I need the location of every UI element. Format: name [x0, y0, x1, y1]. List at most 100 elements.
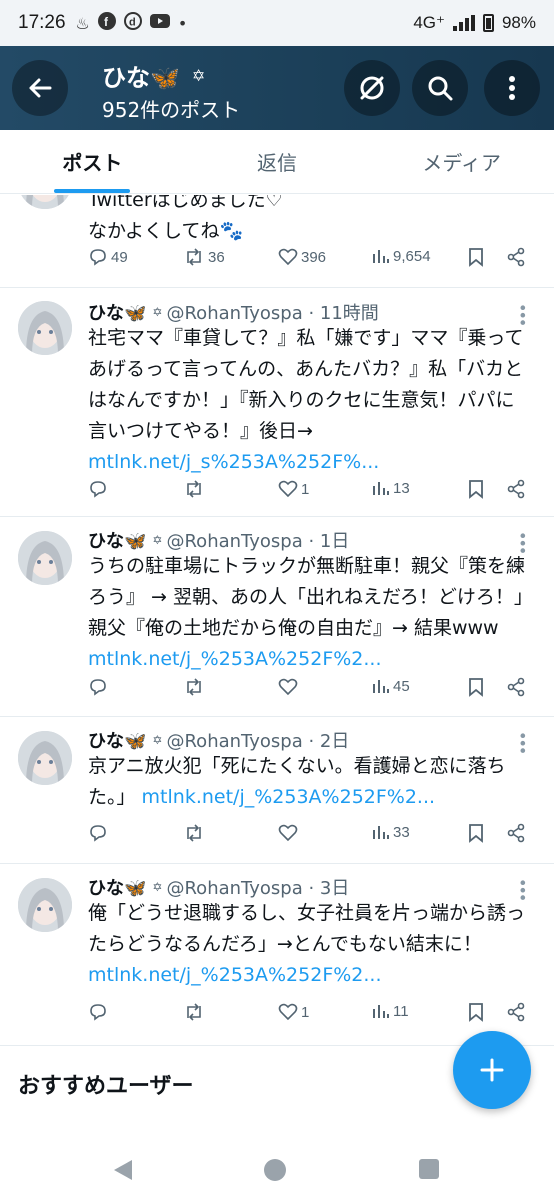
tab-replies[interactable]: 返信: [185, 130, 370, 193]
share-button[interactable]: [506, 479, 526, 499]
views-button[interactable]: 33: [372, 823, 410, 841]
bookmark-button[interactable]: [468, 1002, 484, 1022]
search-button[interactable]: [412, 60, 468, 116]
back-button[interactable]: [12, 60, 68, 116]
bookmark-button[interactable]: [468, 823, 484, 843]
tab-posts[interactable]: ポスト: [0, 130, 185, 193]
repost-button[interactable]: [183, 1002, 208, 1022]
compose-button[interactable]: [453, 1031, 531, 1109]
reply-button[interactable]: [88, 1002, 111, 1022]
profile-name-row: ひな🦋 ✡: [102, 58, 205, 93]
like-button[interactable]: 1: [278, 1002, 309, 1022]
post-link[interactable]: mtlnk.net/j_%253A%252F%2...: [142, 786, 436, 808]
views-button[interactable]: 9,654: [372, 247, 431, 265]
like-count: 396: [301, 248, 327, 266]
post-item[interactable]: ひな🦋 ✡ @RohanTyospa · 2日 ••• 京アニ放火犯「死にたくな…: [0, 717, 554, 864]
views-button[interactable]: 11: [372, 1002, 409, 1020]
profile-name: ひな🦋: [102, 64, 180, 92]
avatar[interactable]: [18, 531, 72, 585]
post-item[interactable]: Twitterはじめました♡ なかよくしてね🐾 49 36 396 9,654: [0, 195, 554, 288]
status-time: 17:26: [18, 12, 66, 33]
repost-button[interactable]: [183, 479, 208, 499]
views-icon: [373, 250, 389, 263]
reply-button[interactable]: [88, 479, 111, 499]
tab-media[interactable]: メディア: [369, 130, 554, 193]
author-name[interactable]: ひな🦋: [88, 299, 146, 325]
view-count: 13: [393, 479, 410, 497]
like-button[interactable]: [278, 823, 301, 843]
nav-recents-button[interactable]: [418, 1158, 440, 1184]
post-item[interactable]: ひな🦋 ✡ @RohanTyospa · 11時間 ••• 社宅ママ『車貸して？…: [0, 289, 554, 517]
post-body: 社宅ママ『車貸して？』私「嫌です」ママ『乗ってあげるって言ってんの、あんたバカ？…: [88, 327, 524, 442]
share-icon: [507, 479, 525, 499]
author-name[interactable]: ひな🦋: [88, 727, 146, 753]
post-header: ひな🦋 ✡ @RohanTyospa · 11時間: [88, 299, 379, 325]
post-actions: 33: [88, 823, 534, 849]
post-link[interactable]: mtlnk.net/j_s%253A%252F%...: [88, 451, 379, 473]
recommended-users-title: おすすめユーザー: [18, 1074, 194, 1099]
post-text: 俺「どうせ退職するし、女子社員を片っ端から誘ったらどうなるんだろ」→とんでもない…: [88, 898, 532, 991]
repost-count: 36: [208, 248, 225, 266]
post-more-button[interactable]: •••: [513, 303, 532, 325]
bookmark-icon: [469, 248, 483, 267]
views-button[interactable]: 13: [372, 479, 410, 497]
repost-button[interactable]: [183, 823, 208, 843]
repost-icon: [187, 480, 201, 498]
bookmark-icon: [469, 824, 483, 843]
post-more-button[interactable]: •••: [513, 531, 532, 553]
reply-button[interactable]: 49: [88, 247, 128, 267]
author-handle-time: @RohanTyospa · 3日: [166, 878, 350, 899]
repost-button[interactable]: [183, 677, 208, 697]
like-button[interactable]: 1: [278, 479, 309, 499]
share-button[interactable]: [506, 677, 526, 697]
search-icon: [428, 76, 453, 101]
youtube-icon: [149, 13, 170, 33]
battery-icon: [482, 14, 494, 32]
reply-button[interactable]: [88, 677, 111, 697]
post-header: ひな🦋 ✡ @RohanTyospa · 1日: [88, 527, 349, 553]
post-more-button[interactable]: •••: [513, 731, 532, 753]
plus-icon: [480, 1058, 504, 1082]
bookmark-button[interactable]: [468, 677, 484, 697]
grok-button[interactable]: [344, 60, 400, 116]
system-nav-bar: [0, 1150, 554, 1200]
avatar[interactable]: [18, 731, 72, 785]
views-icon: [373, 826, 389, 839]
author-name[interactable]: ひな🦋: [88, 527, 146, 553]
avatar[interactable]: [18, 195, 72, 209]
like-button[interactable]: 396: [278, 247, 326, 267]
share-button[interactable]: [506, 247, 526, 267]
nav-home-button[interactable]: [263, 1158, 287, 1186]
repost-button[interactable]: 36: [183, 247, 225, 267]
more-options-button[interactable]: [484, 60, 540, 116]
avatar[interactable]: [18, 878, 72, 932]
post-text: Twitterはじめました♡ なかよくしてね🐾: [88, 195, 532, 247]
author-name[interactable]: ひな🦋: [88, 874, 146, 900]
facebook-icon: f: [97, 12, 116, 34]
bookmark-button[interactable]: [468, 479, 484, 499]
share-button[interactable]: [506, 823, 526, 843]
profile-screen: 17:26 ♨ f d • 4G⁺ 98% ひな🦋 ✡ 952件のポスト ポスト…: [0, 0, 554, 1200]
reply-icon: [90, 825, 106, 842]
post-item[interactable]: ひな🦋 ✡ @RohanTyospa · 1日 ••• うちの駐車場にトラックが…: [0, 517, 554, 717]
heart-icon: [278, 824, 298, 842]
post-item[interactable]: ひな🦋 ✡ @RohanTyospa · 3日 ••• 俺「どうせ退職するし、女…: [0, 864, 554, 1046]
like-button[interactable]: [278, 677, 301, 697]
nav-back-button[interactable]: [112, 1158, 134, 1186]
profile-header: ひな🦋 ✡ 952件のポスト: [0, 46, 554, 130]
share-button[interactable]: [506, 1002, 526, 1022]
post-link[interactable]: mtlnk.net/j_%253A%252F%2...: [88, 964, 382, 986]
post-link[interactable]: mtlnk.net/j_%253A%252F%2...: [88, 648, 382, 670]
views-button[interactable]: 45: [372, 677, 410, 695]
reply-icon: [90, 481, 106, 498]
repost-icon: [187, 1003, 201, 1021]
post-feed: Twitterはじめました♡ なかよくしてね🐾 49 36 396 9,654 …: [0, 195, 554, 1150]
views-icon: [373, 482, 389, 495]
bookmark-button[interactable]: [468, 247, 484, 267]
avatar[interactable]: [18, 301, 72, 355]
verified-badge-icon: ✡: [152, 880, 163, 894]
bookmark-icon: [469, 678, 483, 697]
post-more-button[interactable]: •••: [513, 878, 532, 900]
share-icon: [507, 247, 525, 267]
reply-button[interactable]: [88, 823, 111, 843]
